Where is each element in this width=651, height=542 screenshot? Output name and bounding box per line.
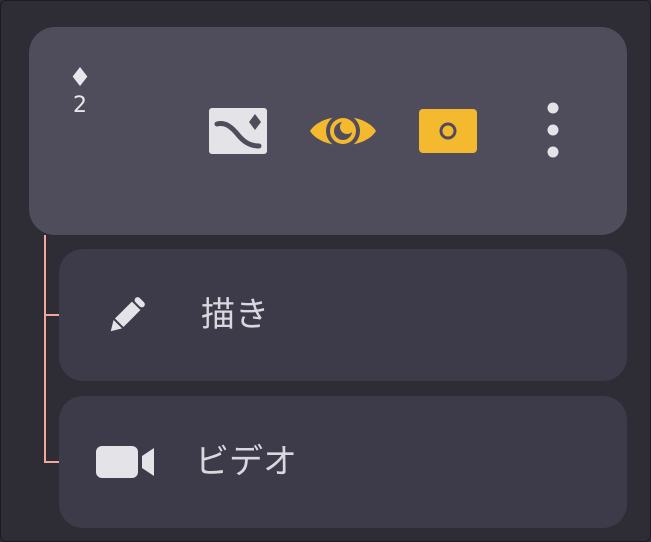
tree-connector-tick <box>44 461 60 463</box>
pencil-icon <box>99 287 155 343</box>
eye-icon <box>310 114 376 148</box>
visibility-toggle[interactable] <box>307 105 379 157</box>
video-camera-icon <box>93 436 159 488</box>
record-toggle[interactable] <box>417 105 479 157</box>
child-item-video[interactable]: ビデオ <box>59 396 627 528</box>
camera-record-icon <box>419 109 477 153</box>
layers-panel: ♦ 2 描き ビデオ <box>0 0 651 542</box>
more-vertical-icon <box>547 102 559 158</box>
layer-badge: ♦ 2 <box>65 65 95 119</box>
layer-number: 2 <box>73 93 87 118</box>
child-item-label: ビデオ <box>195 442 297 482</box>
child-item-label: 描き <box>201 295 269 335</box>
image-mask-button[interactable] <box>205 105 271 157</box>
diamond-icon: ♦ <box>68 63 92 93</box>
more-options-button[interactable] <box>533 97 573 163</box>
tree-connector-line <box>44 235 46 463</box>
image-mask-icon <box>209 108 267 154</box>
child-item-draw[interactable]: 描き <box>59 249 627 381</box>
tree-connector-tick <box>44 314 60 316</box>
